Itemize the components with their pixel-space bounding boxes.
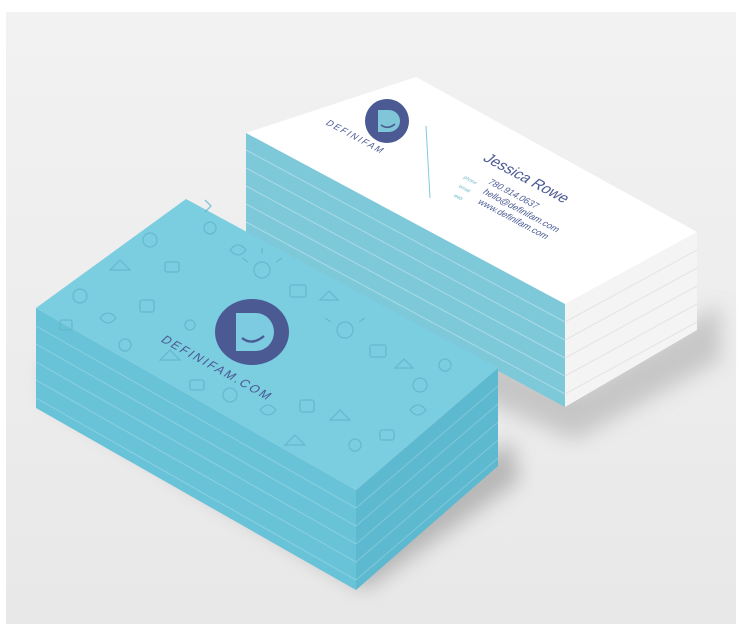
front-card-logo [215,299,289,365]
business-card-mockup: DEFINIFAM Jessica Rowe phone email web 7… [6,12,736,624]
back-logo-mark-icon [378,110,400,132]
mockup-scene: DEFINIFAM Jessica Rowe phone email web 7… [0,0,739,624]
front-logo-mark-icon [236,313,274,351]
back-card-logo [365,99,409,143]
